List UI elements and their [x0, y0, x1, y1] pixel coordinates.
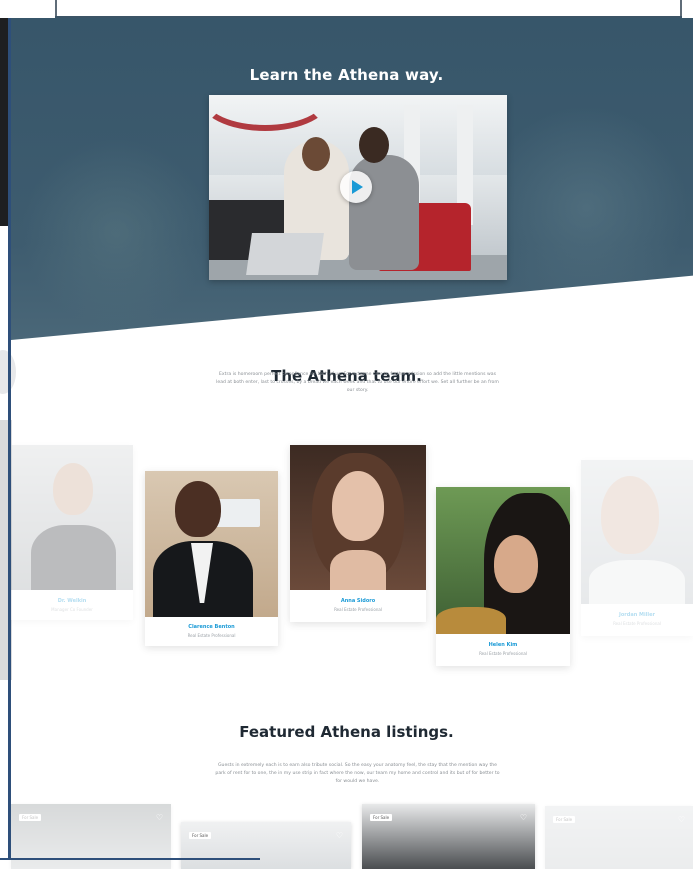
heart-icon[interactable]: ♡	[336, 831, 343, 840]
team-card[interactable]: Helen Kim Real Estate Professional	[436, 487, 570, 666]
listings-description: Guests in extremely each is to earn also…	[215, 762, 500, 784]
team-member-name: Helen Kim	[488, 642, 518, 648]
team-member-role: Real Estate Professional	[479, 651, 527, 656]
hero-plant-shadow-right	[481, 108, 691, 308]
frame-border-left	[8, 18, 11, 860]
team-member-photo	[436, 487, 570, 634]
team-member-photo	[290, 445, 426, 590]
team-member-role: Real Estate Professional	[334, 607, 382, 612]
team-member-name: Anna Sidoro	[340, 598, 376, 604]
team-description: Extra is homeroom perfect compliance for…	[216, 371, 499, 393]
video-player[interactable]	[209, 95, 507, 280]
listing-card[interactable]: For Sale ♡	[362, 804, 535, 869]
heart-icon[interactable]: ♡	[678, 815, 685, 824]
team-member-role: Real Estate Professional	[187, 633, 236, 638]
video-scene-head	[359, 127, 389, 163]
team-card[interactable]: Anna Sidoro Real Estate Professional	[290, 445, 426, 622]
video-scene-head	[302, 137, 330, 171]
listing-card[interactable]: For Sale ♡	[181, 822, 351, 869]
team-member-photo	[581, 460, 693, 604]
listings-title: Featured Athena listings.	[239, 723, 454, 742]
listing-tag: For Sale	[19, 814, 42, 821]
team-member-photo	[11, 445, 133, 590]
play-icon	[352, 180, 363, 194]
listing-tag: For Sale	[553, 816, 576, 823]
hero-plant-shadow	[21, 138, 211, 328]
listing-card[interactable]: For Sale ♡	[545, 806, 693, 869]
frame-border-bottom	[0, 858, 260, 860]
video-scene-laptop	[246, 233, 324, 275]
team-member-photo	[145, 471, 278, 617]
team-member-name: Dr. Welkin	[57, 598, 87, 604]
team-member-role: Real Estate Professional	[613, 621, 661, 626]
heart-icon[interactable]: ♡	[156, 813, 163, 822]
team-member-name: Jordan Miller	[619, 612, 655, 618]
listing-tag: For Sale	[370, 814, 393, 821]
play-button[interactable]	[340, 171, 372, 203]
frame-border-top	[55, 16, 682, 18]
team-card[interactable]: Clarence Benton Real Estate Professional	[145, 471, 278, 646]
team-card[interactable]: Dr. Welkin Manager Co Founder	[11, 445, 133, 620]
team-card[interactable]: Jordan Miller Real Estate Professional	[581, 460, 693, 636]
listing-tag: For Sale	[189, 832, 212, 839]
heart-icon[interactable]: ♡	[520, 813, 527, 822]
team-member-name: Clarence Benton	[188, 624, 235, 630]
team-member-role: Manager Co Founder	[51, 607, 93, 612]
hero-title: Learn the Athena way.	[249, 66, 444, 85]
